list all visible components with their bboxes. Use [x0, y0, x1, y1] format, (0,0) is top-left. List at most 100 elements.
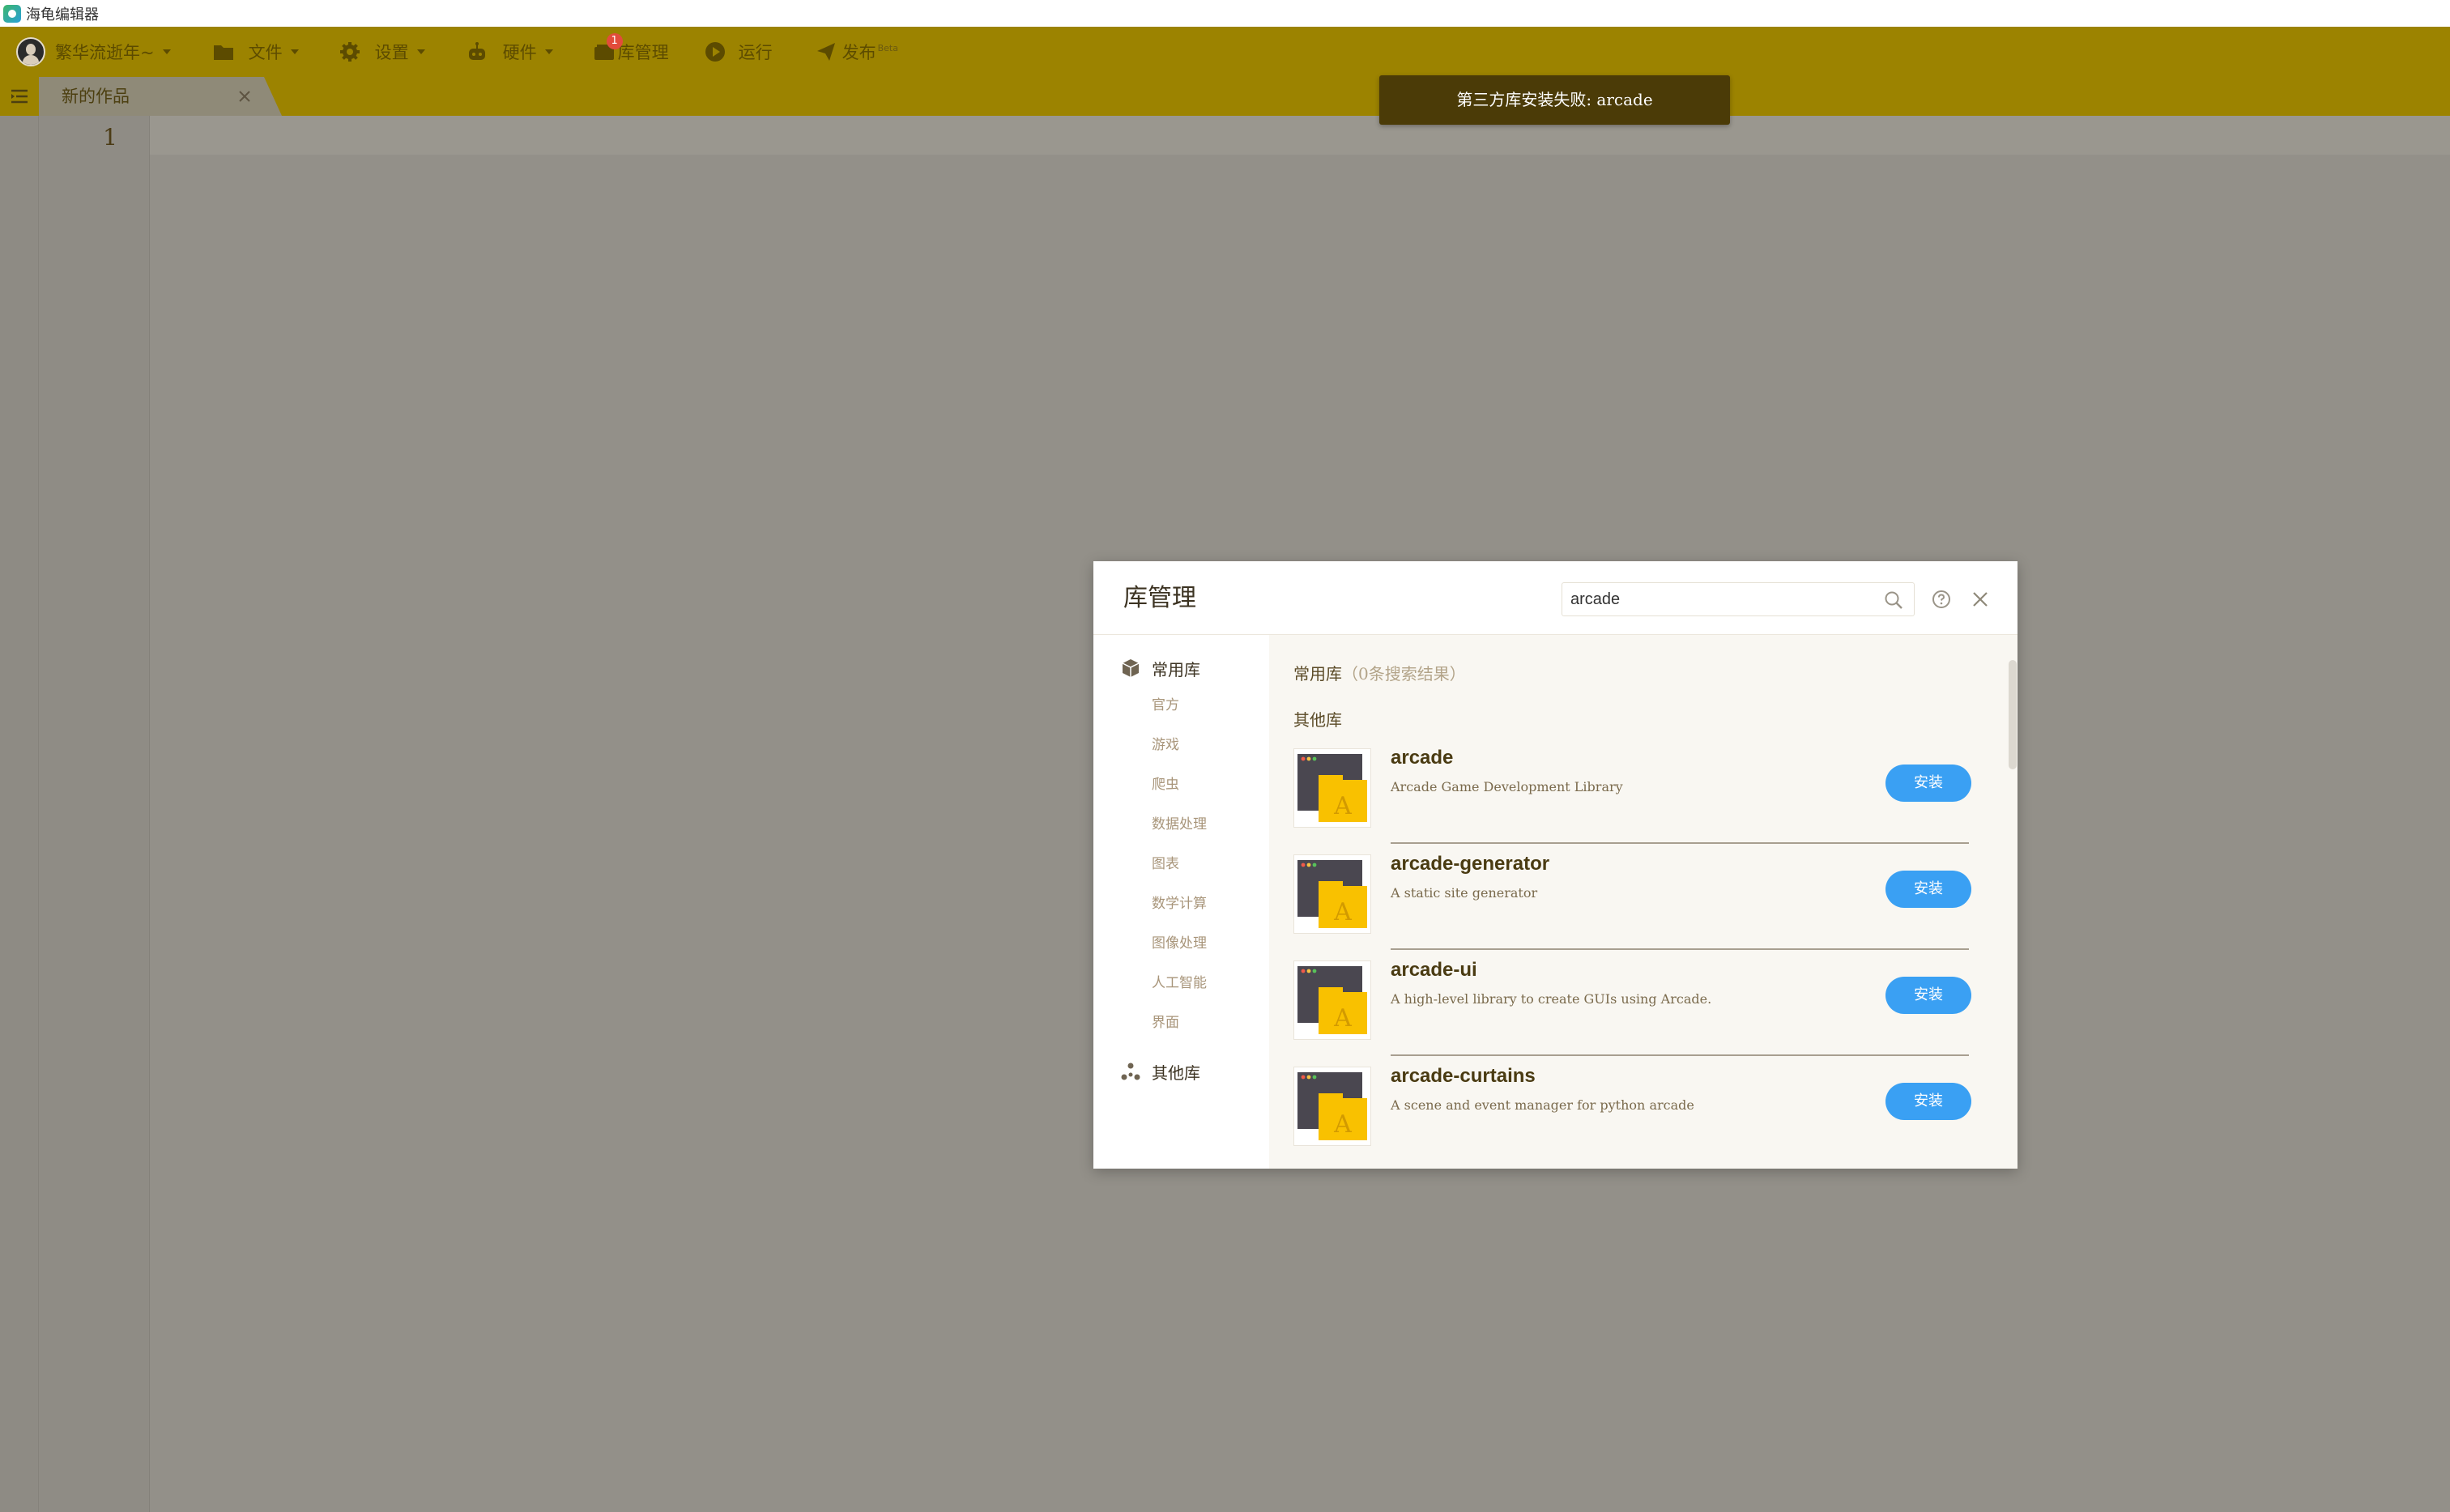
category-common-label: 常用库 — [1152, 659, 1200, 679]
dialog-title: 库管理 — [1123, 584, 1196, 612]
library-description: A high-level library to create GUIs usin… — [1391, 991, 1712, 1007]
library-name: arcade-ui — [1391, 959, 1477, 981]
chevron-down-icon — [544, 49, 553, 54]
library-menu[interactable]: 1 库管理 — [594, 27, 669, 77]
subcategory-games[interactable]: 游戏 — [1152, 733, 1179, 757]
other-section-title: 其他库 — [1293, 710, 1342, 730]
user-menu[interactable]: 繁华流逝年~ — [0, 27, 171, 77]
library-name: arcade — [1391, 747, 1454, 769]
chevron-down-icon — [416, 49, 425, 54]
dialog-header: 库管理 — [1093, 561, 2018, 635]
install-button[interactable]: 安装 — [1885, 765, 1971, 802]
list-scrollbar[interactable] — [2009, 660, 2017, 769]
divider — [1391, 842, 1969, 844]
subcategory-data-processing[interactable]: 数据处理 — [1152, 812, 1207, 837]
file-menu-label: 文件 — [248, 43, 283, 62]
editor-left-panel — [0, 116, 39, 1512]
library-icon: A — [1293, 854, 1371, 934]
close-icon — [1973, 592, 1988, 607]
library-item: A arcade Arcade Game Development Library… — [1293, 739, 1971, 844]
subcategory-image-processing[interactable]: 图像处理 — [1152, 931, 1207, 956]
menu-list-icon — [11, 89, 28, 104]
app-logo-icon — [3, 4, 21, 23]
avatar — [16, 37, 45, 66]
settings-menu[interactable]: 设置 — [339, 27, 425, 77]
library-name: arcade-curtains — [1391, 1065, 1536, 1087]
cube-icon — [1122, 659, 1140, 677]
library-item: A arcade-generator A static site generat… — [1293, 845, 1971, 950]
robot-icon — [468, 42, 485, 60]
folder-icon — [213, 45, 233, 60]
library-icon: A — [1293, 960, 1371, 1040]
category-other[interactable]: 其他库 — [1121, 1058, 1200, 1085]
search-input[interactable] — [1562, 583, 1870, 615]
line-number-gutter: 1 — [39, 116, 150, 1512]
library-item: A arcade-curtains A scene and event mana… — [1293, 1057, 1971, 1162]
current-line-highlight — [150, 116, 2450, 155]
error-toast: 第三方库安装失败: arcade — [1379, 75, 1730, 125]
help-icon — [1932, 590, 1950, 608]
line-number: 1 — [103, 124, 117, 151]
run-button[interactable]: 运行 — [705, 27, 773, 77]
network-icon — [1121, 1063, 1140, 1080]
library-item: A arcade-ui A high-level library to crea… — [1293, 951, 1971, 1056]
chevron-down-icon — [290, 49, 299, 54]
subcategory-charts[interactable]: 图表 — [1152, 852, 1179, 876]
common-section-title: 常用库（0条搜索结果） — [1293, 661, 1466, 684]
subcategory-crawler[interactable]: 爬虫 — [1152, 773, 1179, 797]
library-description: Arcade Game Development Library — [1391, 779, 1623, 794]
install-button[interactable]: 安装 — [1885, 977, 1971, 1014]
install-button[interactable]: 安装 — [1885, 1083, 1971, 1120]
search-box — [1562, 582, 1915, 616]
subcategory-ai[interactable]: 人工智能 — [1152, 971, 1207, 995]
library-icon-letter: A — [1333, 792, 1352, 820]
library-icon-letter: A — [1333, 1110, 1352, 1139]
category-other-label: 其他库 — [1152, 1063, 1200, 1083]
category-common[interactable]: 常用库 — [1121, 654, 1200, 682]
library-icon-letter: A — [1333, 1004, 1352, 1033]
window-title: 海龟编辑器 — [26, 6, 99, 23]
tab-label: 新的作品 — [62, 87, 130, 106]
gear-icon — [339, 42, 360, 62]
install-button[interactable]: 安装 — [1885, 871, 1971, 908]
tab-bar: 新的作品 — [0, 77, 2450, 116]
publish-button-label: 发布 — [842, 43, 876, 62]
library-manager-dialog: 库管理 常用库 官方 游戏 爬虫 数据处理 图表 数学计算 图像处理 人工智能 … — [1093, 561, 2018, 1169]
close-dialog-button[interactable] — [1968, 587, 1992, 611]
window-titlebar: 海龟编辑器 — [0, 0, 2450, 27]
chevron-down-icon — [162, 49, 171, 54]
sidebar-toggle-button[interactable] — [0, 77, 39, 116]
play-icon — [705, 42, 725, 62]
settings-menu-label: 设置 — [374, 43, 409, 62]
subcategory-ui[interactable]: 界面 — [1152, 1011, 1179, 1035]
common-section-label: 常用库 — [1293, 664, 1342, 684]
library-name: arcade-generator — [1391, 853, 1550, 875]
library-description: A scene and event manager for python arc… — [1391, 1097, 1694, 1113]
library-icon: A — [1293, 1067, 1371, 1146]
divider — [1391, 1054, 1969, 1056]
search-button[interactable] — [1881, 588, 1906, 612]
send-icon — [816, 43, 835, 61]
user-name: 繁华流逝年~ — [55, 43, 155, 62]
category-sidebar: 常用库 官方 游戏 爬虫 数据处理 图表 数学计算 图像处理 人工智能 界面 其… — [1093, 635, 1269, 1169]
help-button[interactable] — [1929, 587, 1954, 611]
subcategory-official[interactable]: 官方 — [1152, 693, 1179, 718]
divider — [1391, 948, 1969, 950]
menu-bar: 繁华流逝年~ 文件 设置 硬件 1 库管理 运行 发布 Beta — [0, 27, 2450, 77]
close-tab-button[interactable] — [235, 87, 254, 106]
hardware-menu-label: 硬件 — [502, 43, 537, 62]
file-menu[interactable]: 文件 — [213, 27, 299, 77]
search-icon — [1885, 591, 1902, 609]
library-list-panel: 常用库（0条搜索结果） 其他库 A arcade Arcade Game Dev… — [1269, 635, 2018, 1169]
library-description: A static site generator — [1391, 885, 1538, 901]
hardware-menu[interactable]: 硬件 — [466, 27, 553, 77]
publish-button[interactable]: 发布 Beta — [816, 27, 898, 77]
subcategory-math[interactable]: 数学计算 — [1152, 892, 1207, 916]
beta-tag: Beta — [877, 42, 898, 53]
close-icon — [239, 91, 250, 102]
library-icon: A — [1293, 748, 1371, 828]
library-icon-letter: A — [1333, 898, 1352, 926]
library-notification-badge: 1 — [606, 33, 623, 49]
run-button-label: 运行 — [738, 43, 773, 62]
library-menu-label: 库管理 — [617, 43, 669, 62]
